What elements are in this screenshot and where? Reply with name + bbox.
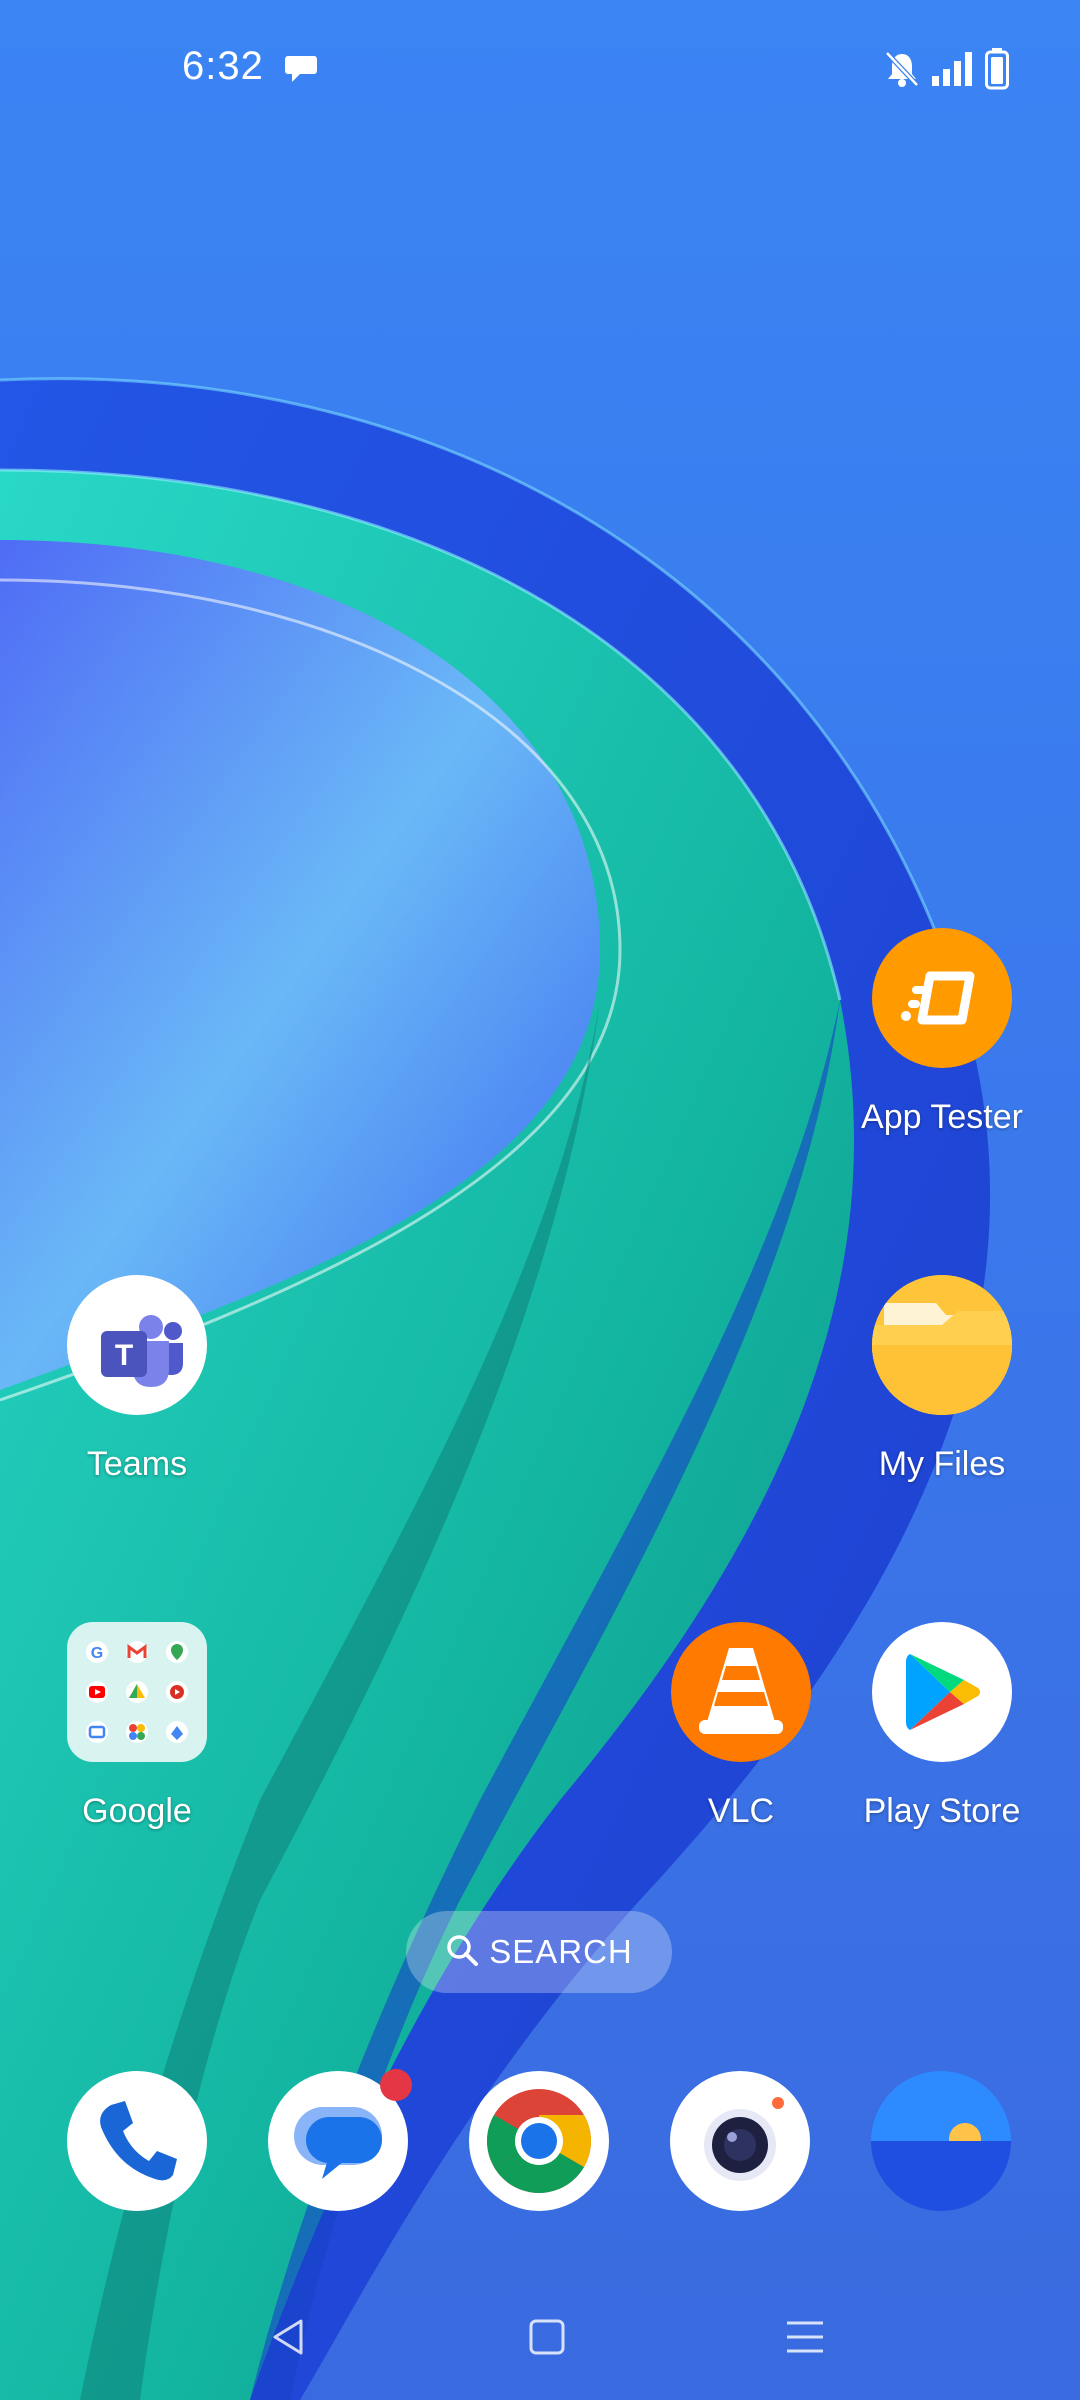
app-label: Teams xyxy=(86,1445,188,1483)
dock-chrome[interactable] xyxy=(469,2071,609,2211)
back-button[interactable] xyxy=(254,2302,324,2372)
teams-shortcut[interactable]: T Teams xyxy=(27,1275,247,1484)
teams-icon: T xyxy=(67,1275,207,1415)
app-tester-icon xyxy=(872,928,1012,1068)
signal-icon xyxy=(932,52,976,91)
wallpaper xyxy=(0,0,1080,2400)
app-tester-shortcut[interactable]: App Tester xyxy=(832,928,1052,1137)
dock-weather[interactable] xyxy=(871,2071,1011,2211)
search-label: SEARCH xyxy=(489,1933,633,1970)
recents-icon xyxy=(787,2321,823,2353)
search-icon xyxy=(445,1933,479,1972)
vlc-cone-icon xyxy=(671,1622,811,1762)
svg-text:T: T xyxy=(115,1339,133,1372)
phone-icon xyxy=(100,2101,177,2181)
home-icon xyxy=(529,2319,565,2355)
play-store-shortcut[interactable]: Play Store xyxy=(832,1622,1052,1831)
app-label: VLC xyxy=(707,1792,775,1830)
battery-icon xyxy=(985,48,1009,95)
bell-muted-icon xyxy=(884,50,920,93)
dock-phone[interactable] xyxy=(67,2071,207,2211)
svg-text:G: G xyxy=(91,1645,103,1662)
clock: 6:32 xyxy=(182,44,264,88)
play-store-icon xyxy=(872,1622,1012,1762)
app-label: Google xyxy=(82,1792,192,1830)
app-label: My Files xyxy=(878,1445,1006,1483)
home-button[interactable] xyxy=(512,2302,582,2372)
navigation-bar xyxy=(0,2290,1080,2380)
dock-camera[interactable] xyxy=(670,2071,810,2211)
search-button[interactable]: SEARCH xyxy=(406,1911,672,1993)
notification-badge xyxy=(380,2069,412,2101)
status-bar: 6:32 xyxy=(0,0,1080,140)
folder-icon xyxy=(872,1275,1012,1415)
recents-button[interactable] xyxy=(770,2302,840,2372)
weather-sun-icon xyxy=(871,2071,1011,2211)
vlc-shortcut[interactable]: VLC xyxy=(631,1622,851,1831)
app-label: Play Store xyxy=(863,1792,1021,1830)
chat-notification-icon xyxy=(284,54,318,89)
app-label: App Tester xyxy=(861,1098,1023,1136)
chrome-icon xyxy=(487,2089,591,2193)
google-folder[interactable]: G Google xyxy=(27,1622,247,1831)
dock-messages[interactable] xyxy=(268,2069,412,2211)
google-folder-icon: G xyxy=(67,1622,207,1762)
my-files-shortcut[interactable]: My Files xyxy=(832,1275,1052,1484)
back-icon xyxy=(273,2319,303,2355)
camera-icon xyxy=(704,2097,784,2181)
